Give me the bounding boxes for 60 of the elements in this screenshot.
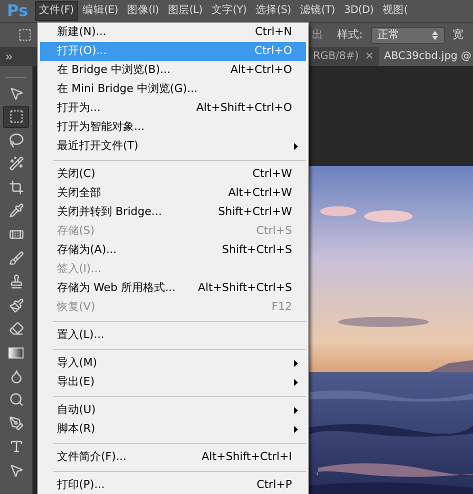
document-tab[interactable]: RGB/8#) × — [308, 47, 379, 66]
app-logo: Ps — [6, 0, 29, 22]
droplet-icon — [8, 368, 24, 384]
paintbrush-icon — [8, 298, 24, 313]
submenu-arrow-icon — [294, 407, 298, 414]
menu-bar-item[interactable]: 文字(Y) — [207, 1, 251, 21]
style-label: 样式: — [337, 26, 363, 43]
submenu-arrow-icon — [294, 379, 298, 386]
dashed-square-icon — [8, 109, 24, 124]
menu-item[interactable]: 打开为智能对象... — [40, 118, 306, 137]
arrow-cursor-icon — [8, 463, 24, 478]
menu-bar-item[interactable]: 图像(I) — [123, 1, 163, 21]
menu-item[interactable]: 关闭并转到 Bridge... Shift+Ctrl+W — [40, 203, 306, 222]
brush-icon — [8, 250, 24, 266]
menu-bar-item[interactable]: 图层(L) — [164, 1, 206, 21]
menu-item[interactable]: 导出(E) — [40, 373, 306, 392]
dashed-square-icon[interactable] — [18, 28, 32, 42]
menu-bar-item[interactable]: 3D(D) — [340, 1, 378, 21]
menu-item[interactable]: 脚本(R) — [40, 420, 306, 439]
menu-bar-item[interactable]: 滤镜(T) — [296, 1, 339, 21]
menu-item[interactable]: 打开为... Alt+Shift+Ctrl+O — [40, 99, 306, 118]
pen-icon — [8, 416, 24, 431]
eyedropper-icon — [8, 203, 24, 218]
menu-bar-item[interactable]: 视图( — [378, 1, 412, 21]
menu-bar-item[interactable]: 编辑(E) — [78, 1, 122, 21]
menu-item[interactable]: 存储为 Web 所用格式... Alt+Shift+Ctrl+S — [40, 279, 306, 298]
menu-bar-item[interactable]: 文件(F) — [35, 1, 78, 21]
lasso-icon — [8, 132, 24, 148]
menu-item[interactable]: 关闭(C) Ctrl+W — [40, 165, 306, 184]
menu-item[interactable]: 存储为(A)... Shift+Ctrl+S — [40, 241, 306, 260]
submenu-arrow-icon — [294, 426, 298, 433]
updown-caret-icon — [432, 30, 438, 40]
document-tab[interactable]: ABC39cbd.jpg @ — [378, 47, 473, 66]
stamp-icon — [8, 274, 24, 290]
close-icon[interactable]: × — [364, 48, 374, 65]
eraser-icon — [8, 321, 24, 336]
wand-icon — [8, 156, 24, 172]
gradient-icon — [8, 344, 24, 361]
style-dropdown[interactable]: 正常 — [370, 26, 445, 44]
menu-item[interactable]: 打印(P)... Ctrl+P — [40, 476, 306, 494]
submenu-arrow-icon — [294, 143, 298, 150]
tool-button[interactable] — [3, 106, 29, 128]
menu-item[interactable]: 在 Mini Bridge 中浏览(G)... — [40, 80, 306, 99]
menu-item[interactable]: 关闭全部 Alt+Ctrl+W — [40, 184, 306, 203]
submenu-arrow-icon — [294, 360, 298, 367]
text-tool-icon — [8, 439, 24, 454]
menu-item[interactable]: 自动(U) — [40, 401, 306, 420]
menu-item[interactable]: 导入(M) — [40, 354, 306, 373]
menu-item[interactable]: 新建(N)... Ctrl+N — [40, 23, 306, 42]
collapse-icon[interactable] — [4, 52, 14, 62]
option-label: 宽 — [452, 26, 464, 43]
crop-icon — [8, 180, 24, 195]
menu-item[interactable]: 文件简介(F)... Alt+Shift+Ctrl+I — [40, 448, 306, 467]
magnifier-icon — [8, 392, 24, 408]
menu-item[interactable]: 在 Bridge 中浏览(B)... Alt+Ctrl+O — [40, 61, 306, 80]
option-label: 出 — [312, 26, 323, 43]
menu-item[interactable]: 最近打开文件(T) — [40, 137, 306, 156]
menu-item[interactable]: 置入(L)... — [40, 326, 306, 345]
arrow-cursor-icon — [8, 86, 24, 100]
menu-bar-item[interactable]: 选择(S) — [252, 1, 295, 21]
